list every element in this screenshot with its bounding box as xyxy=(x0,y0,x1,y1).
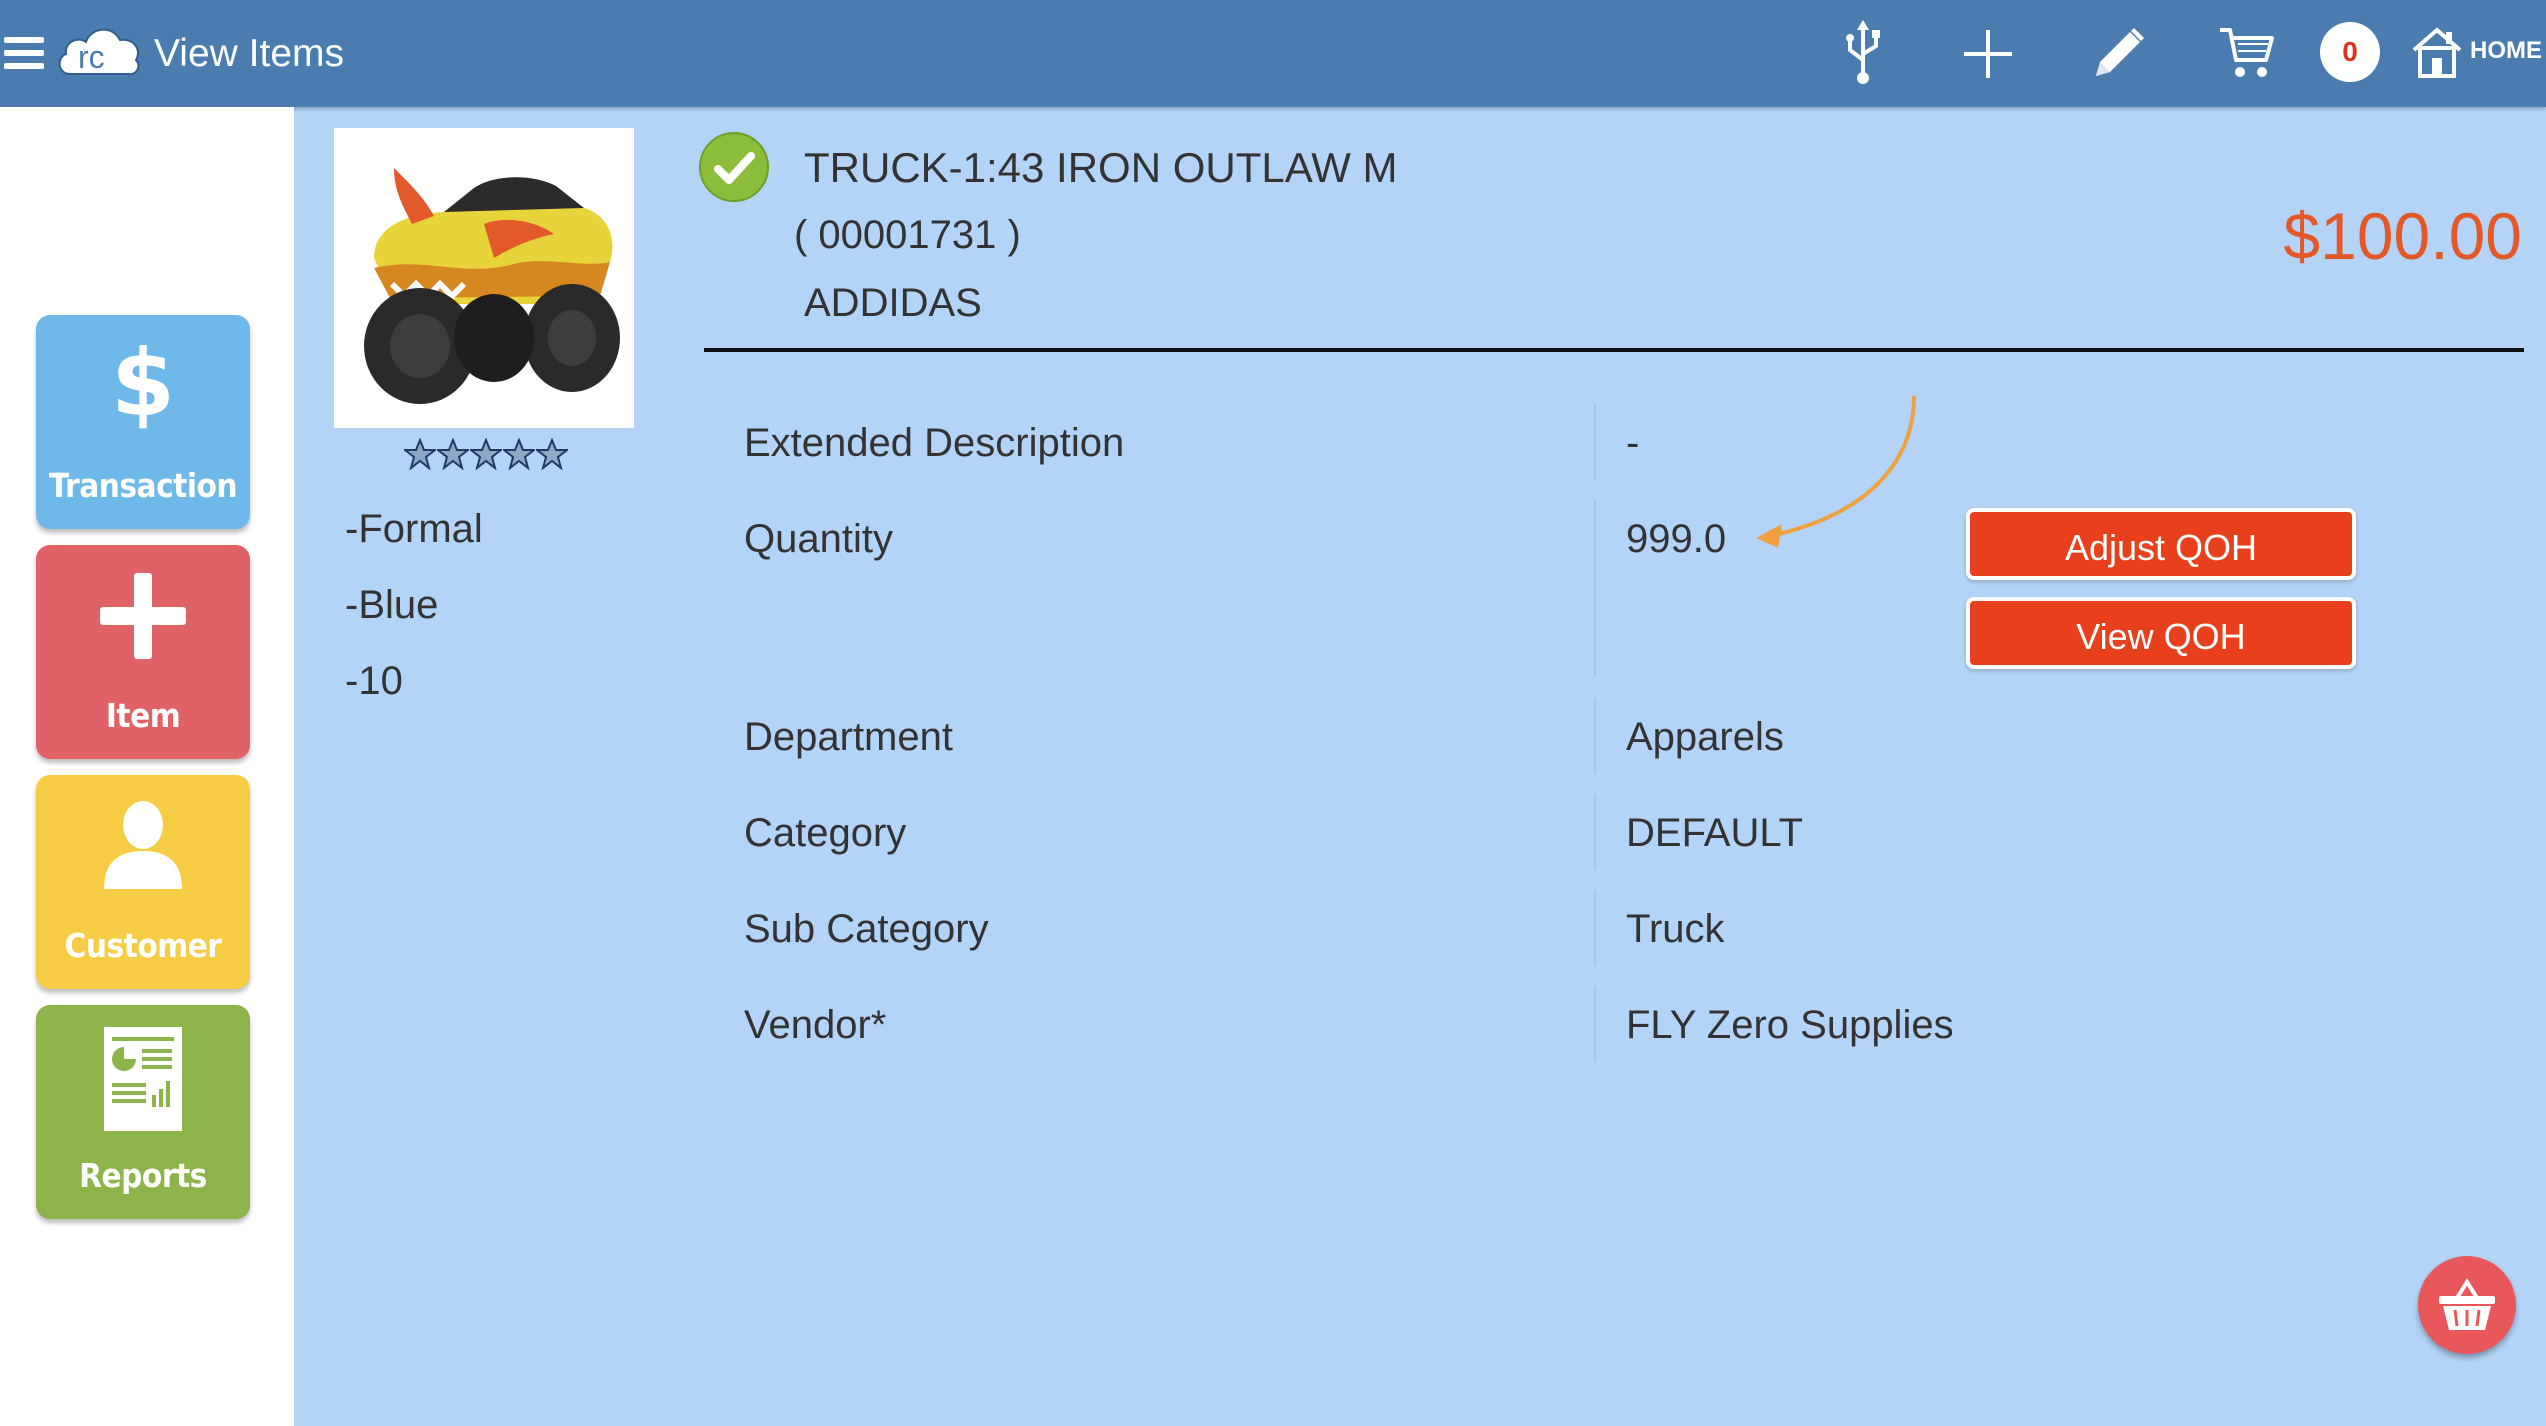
product-image[interactable] xyxy=(334,128,634,428)
cart-icon[interactable] xyxy=(2218,26,2276,80)
column-divider xyxy=(1594,986,1596,1062)
item-brand: ADDIDAS xyxy=(804,281,982,325)
sidebar-item-label: Transaction xyxy=(48,466,238,505)
plus-icon xyxy=(100,573,186,659)
home-label[interactable]: HOME xyxy=(2470,36,2542,66)
column-divider xyxy=(1594,698,1596,774)
star-icon xyxy=(470,438,502,470)
quantity-label: Quantity xyxy=(744,517,893,561)
sidebar: $ Transaction Item Customer Reports xyxy=(0,107,294,1426)
department-value: Apparels xyxy=(1626,715,1784,759)
vendor-value: FLY Zero Supplies xyxy=(1626,1003,1954,1047)
item-code: ( 00001731 ) xyxy=(794,213,1021,257)
extended-description-value: - xyxy=(1626,421,1640,465)
usb-icon[interactable] xyxy=(1840,20,1886,86)
star-icon xyxy=(536,438,568,470)
home-icon[interactable] xyxy=(2410,24,2464,80)
attribute-color: -Blue xyxy=(345,583,439,627)
star-icon xyxy=(437,438,469,470)
column-divider xyxy=(1594,890,1596,966)
star-icon xyxy=(503,438,535,470)
category-value: DEFAULT xyxy=(1626,811,1804,855)
header-divider xyxy=(704,348,2524,352)
sidebar-item-label: Item xyxy=(105,696,181,735)
vendor-label: Vendor* xyxy=(744,1003,887,1047)
top-app-bar: rc View Items 0 HOME xyxy=(0,0,2546,107)
sidebar-item-label: Reports xyxy=(79,1156,207,1195)
svg-text:rc: rc xyxy=(78,39,105,75)
column-divider xyxy=(1594,404,1596,480)
quantity-value: 999.0 xyxy=(1626,517,1727,561)
report-icon xyxy=(104,1027,182,1131)
annotation-arrow xyxy=(1756,395,1916,548)
column-divider xyxy=(1594,794,1596,870)
app-title: View Items xyxy=(154,32,345,75)
sidebar-item-item[interactable]: Item xyxy=(36,545,250,759)
attribute-size: -10 xyxy=(345,659,403,703)
sub-category-label: Sub Category xyxy=(744,907,989,951)
extended-description-label: Extended Description xyxy=(744,421,1125,465)
basket-button[interactable] xyxy=(2418,1256,2516,1354)
rating-stars[interactable] xyxy=(404,438,568,472)
view-qoh-button[interactable]: View QOH xyxy=(1966,597,2356,669)
sidebar-item-customer[interactable]: Customer xyxy=(36,775,250,989)
svg-text:$: $ xyxy=(113,337,173,437)
menu-icon[interactable] xyxy=(4,33,44,73)
adjust-qoh-button[interactable]: Adjust QOH xyxy=(1966,508,2356,580)
dollar-icon: $ xyxy=(113,337,173,437)
item-price: $100.00 xyxy=(2283,199,2522,273)
sidebar-item-transaction[interactable]: $ Transaction xyxy=(36,315,250,529)
sidebar-item-reports[interactable]: Reports xyxy=(36,1005,250,1219)
pencil-icon[interactable] xyxy=(2090,24,2148,82)
attribute-formal: -Formal xyxy=(345,507,483,551)
check-icon xyxy=(698,131,770,203)
star-icon xyxy=(404,438,436,470)
sidebar-item-label: Customer xyxy=(64,926,222,965)
person-icon xyxy=(104,801,182,889)
column-divider xyxy=(1594,500,1596,676)
cart-count-badge[interactable]: 0 xyxy=(2320,22,2380,82)
plus-icon[interactable] xyxy=(1962,28,2014,80)
category-label: Category xyxy=(744,811,907,855)
rc-cloud-logo: rc xyxy=(54,14,144,84)
basket-icon xyxy=(2439,1278,2495,1330)
item-name: TRUCK-1:43 IRON OUTLAW M xyxy=(804,144,1398,191)
department-label: Department xyxy=(744,715,953,759)
sub-category-value: Truck xyxy=(1626,907,1725,951)
